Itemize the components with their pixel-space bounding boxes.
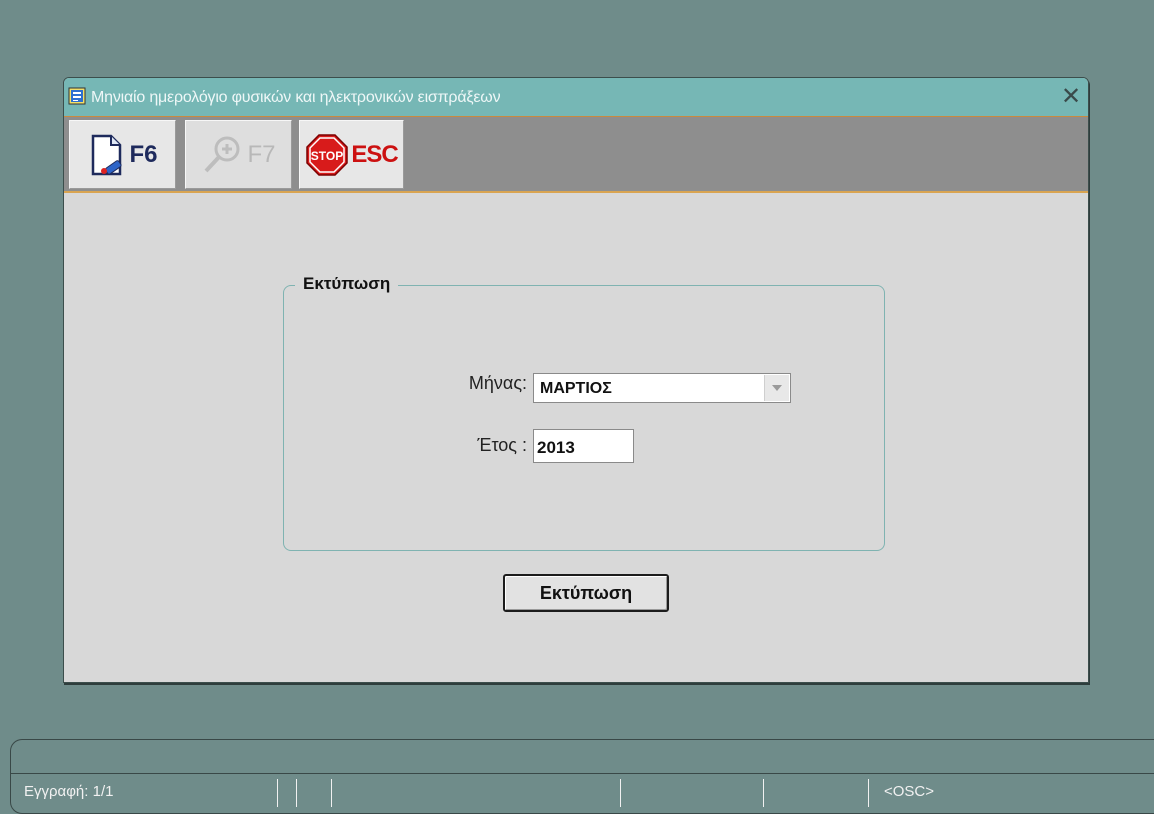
status-separator <box>868 779 869 807</box>
mode-indicator: <OSC> <box>884 783 935 800</box>
year-value: 2013 <box>537 438 575 457</box>
month-value: ΜΑΡΤΙΟΣ <box>540 380 612 397</box>
year-label: Έτος : <box>477 435 527 455</box>
year-input[interactable]: 2013 <box>533 429 634 463</box>
chevron-down-icon <box>772 384 782 391</box>
f6-label: F6 <box>129 140 158 168</box>
exit-esc-button[interactable]: STOP ESC <box>299 120 404 189</box>
dropdown-button[interactable] <box>764 375 789 401</box>
dialog-content: Εκτύπωση Μήνας: ΜΑΡΤΙΟΣ Έτος : 2013 Εκτύ… <box>64 193 1088 682</box>
app-icon <box>68 87 86 105</box>
zoom-in-icon <box>205 136 240 172</box>
stop-sign-icon: STOP <box>306 133 349 176</box>
status-divider <box>10 773 1154 774</box>
status-separator <box>296 779 297 807</box>
status-separator <box>277 779 278 807</box>
close-button[interactable]: ✕ <box>1060 83 1082 110</box>
stop-text: STOP <box>311 149 343 163</box>
toolbar: F6 F7 STOP ESC <box>64 116 1088 193</box>
month-select[interactable]: ΜΑΡΤΙΟΣ <box>533 373 791 403</box>
new-f6-button[interactable]: F6 <box>69 120 176 189</box>
print-button[interactable]: Εκτύπωση <box>503 574 669 612</box>
status-separator <box>763 779 764 807</box>
status-separator <box>620 779 621 807</box>
status-separator <box>331 779 332 807</box>
esc-label: ESC <box>351 140 398 168</box>
new-document-icon <box>92 134 123 175</box>
title-bar[interactable]: Μηνιαίο ημερολόγιο φυσικών και ηλεκτρονι… <box>64 78 1088 116</box>
month-label: Μήνας: <box>468 373 527 393</box>
f7-label: F7 <box>247 140 276 168</box>
record-count: Εγγραφή: 1/1 <box>24 783 114 800</box>
close-icon: ✕ <box>1060 83 1082 110</box>
status-area <box>10 739 1154 814</box>
groupbox-title: Εκτύπωση <box>295 274 399 294</box>
print-groupbox: Εκτύπωση <box>283 274 885 551</box>
window-title: Μηνιαίο ημερολόγιο φυσικών και ηλεκτρονι… <box>91 89 501 106</box>
print-dialog-window: Μηνιαίο ημερολόγιο φυσικών και ηλεκτρονι… <box>63 77 1089 683</box>
zoom-f7-button[interactable]: F7 <box>185 120 292 189</box>
